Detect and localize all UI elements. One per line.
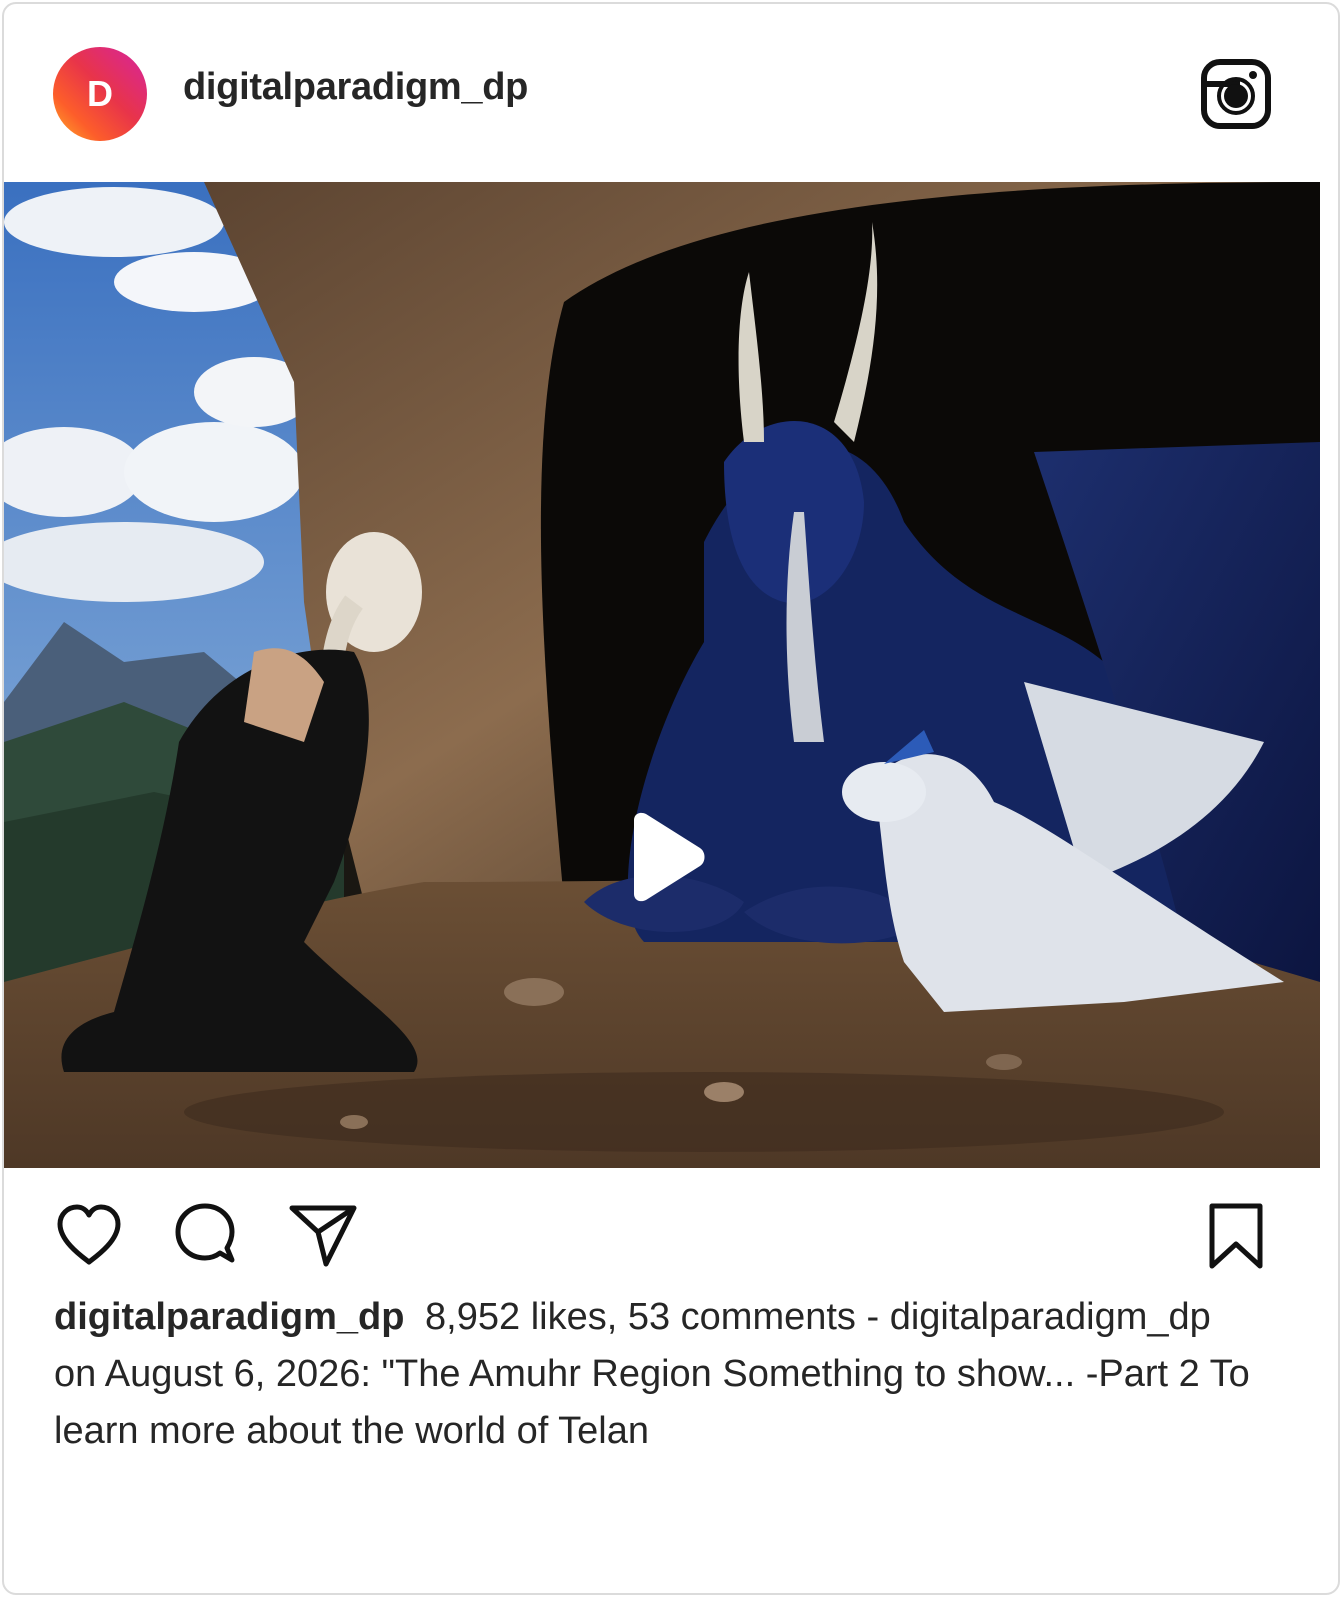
instagram-icon[interactable] (1200, 58, 1272, 130)
heart-icon[interactable] (54, 1202, 124, 1272)
post-caption: digitalparadigm_dp 8,952 likes, 53 comme… (54, 1289, 1254, 1460)
comment-icon[interactable] (172, 1202, 242, 1272)
play-icon[interactable] (626, 812, 706, 902)
caption-username[interactable]: digitalparadigm_dp (54, 1296, 404, 1338)
post-video[interactable] (4, 182, 1320, 1168)
avatar[interactable]: D (53, 47, 147, 141)
post-username[interactable]: digitalparadigm_dp (183, 66, 528, 109)
send-icon[interactable] (288, 1202, 358, 1272)
post-actions (4, 1194, 1338, 1274)
post-header: D digitalparadigm_dp (4, 4, 1338, 184)
video-thumbnail (4, 182, 1320, 1168)
avatar-letter: D (87, 73, 113, 114)
bookmark-icon[interactable] (1204, 1202, 1274, 1272)
post-card: D digitalparadigm_dp digitalparadigm_dp … (2, 2, 1340, 1595)
